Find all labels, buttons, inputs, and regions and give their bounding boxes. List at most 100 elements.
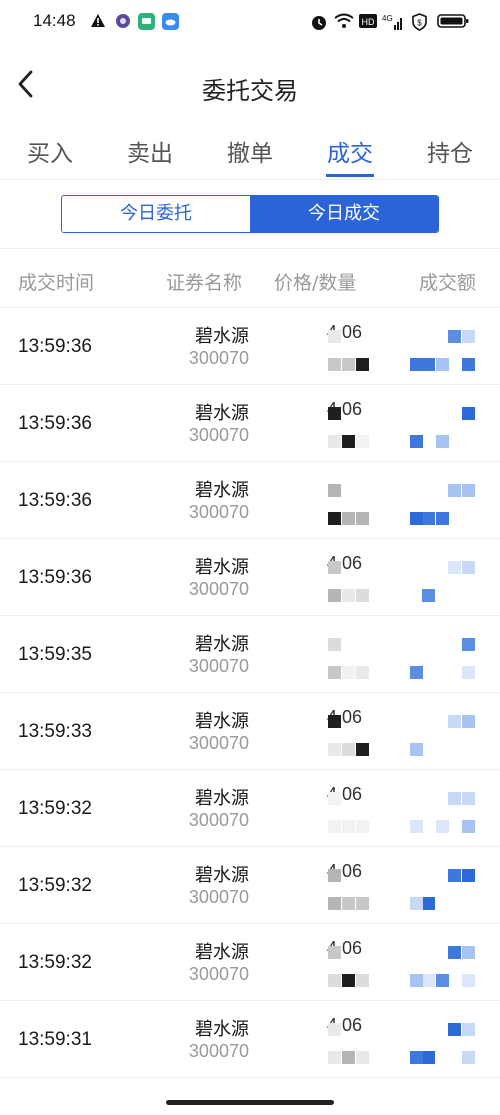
- redacted-amount-pixel: [422, 897, 435, 910]
- redacted-quantity-pixel: [328, 330, 341, 343]
- redacted-amount-pixel: [436, 358, 449, 371]
- table-row[interactable]: 13:59:35 碧水源 300070: [0, 616, 500, 693]
- segment-today-fills[interactable]: 今日成交: [250, 196, 438, 232]
- table-row[interactable]: 13:59:32 碧水源 300070 4.06: [0, 770, 500, 847]
- row-security-name: 碧水源: [195, 557, 249, 578]
- redacted-amount-pixel: [448, 561, 461, 574]
- redacted-quantity-pixel: [328, 792, 341, 805]
- redacted-amount-pixel: [436, 512, 449, 525]
- row-security-code: 300070: [188, 964, 249, 984]
- row-security-name: 碧水源: [195, 403, 249, 424]
- wifi-icon: [334, 13, 354, 28]
- row-time: 13:59:36: [18, 336, 92, 357]
- battery-icon: [437, 14, 469, 28]
- redacted-quantity-pixel: [356, 435, 369, 448]
- redacted-quantity-pixel: [342, 666, 355, 679]
- row-security-code: 300070: [188, 348, 249, 368]
- redacted-amount-pixel: [410, 897, 423, 910]
- redacted-amount-pixel: [462, 869, 475, 882]
- redacted-amount-pixel: [436, 820, 449, 833]
- svg-text:$: $: [417, 19, 422, 28]
- redacted-quantity-pixel: [342, 512, 355, 525]
- redacted-amount-pixel: [410, 974, 423, 987]
- redacted-quantity-pixel: [328, 946, 341, 959]
- tab-cancel-order[interactable]: 撤单: [215, 134, 285, 168]
- row-time: 13:59:36: [18, 567, 92, 588]
- table-row[interactable]: 13:59:36 碧水源 300070 4.06: [0, 385, 500, 462]
- redacted-quantity-pixel: [328, 1023, 341, 1036]
- header-security-name: 证券名称: [166, 272, 243, 294]
- redacted-amount-pixel: [462, 666, 475, 679]
- table-row[interactable]: 13:59:31 碧水源 300070 4.06: [0, 1001, 500, 1078]
- redacted-quantity-pixel: [342, 820, 355, 833]
- row-time: 13:59:32: [18, 952, 92, 973]
- redacted-amount-pixel: [410, 1051, 423, 1064]
- redacted-amount-pixel: [436, 974, 449, 987]
- status-bar: 14:48 HD 4G $: [0, 0, 500, 46]
- active-tab-indicator: [326, 174, 374, 177]
- redacted-quantity-pixel: [342, 435, 355, 448]
- redacted-amount-pixel: [410, 358, 423, 371]
- redacted-amount-pixel: [462, 358, 475, 371]
- redacted-quantity-pixel: [328, 484, 341, 497]
- redacted-amount-pixel: [462, 715, 475, 728]
- table-row[interactable]: 13:59:32 碧水源 300070 4.06: [0, 924, 500, 1001]
- row-time: 13:59:33: [18, 721, 92, 742]
- redacted-quantity-pixel: [328, 638, 341, 651]
- chat-icon: [138, 13, 155, 30]
- cloud-icon: [162, 13, 179, 30]
- svg-text:4G: 4G: [382, 14, 393, 23]
- table-header: 成交时间 证券名称 价格/数量 成交额: [0, 250, 500, 308]
- shield-icon: $: [412, 13, 427, 31]
- tab-bar: 买入 卖出 撤单 成交 持仓: [0, 128, 500, 180]
- redacted-amount-pixel: [448, 792, 461, 805]
- table-row[interactable]: 13:59:33 碧水源 300070 4.06: [0, 693, 500, 770]
- table-row[interactable]: 13:59:32 碧水源 300070 4.06: [0, 847, 500, 924]
- row-security-name: 碧水源: [195, 326, 249, 347]
- row-security-code: 300070: [188, 502, 249, 522]
- signal-4g-icon: 4G: [382, 14, 402, 30]
- tab-filled[interactable]: 成交: [315, 134, 385, 168]
- page-title: 委托交易: [202, 77, 298, 105]
- redacted-amount-pixel: [448, 946, 461, 959]
- section-divider: [0, 248, 500, 249]
- redacted-quantity-pixel: [342, 358, 355, 371]
- redacted-amount-pixel: [462, 946, 475, 959]
- redacted-quantity-pixel: [356, 666, 369, 679]
- segment-today-orders[interactable]: 今日委托: [62, 196, 250, 232]
- redacted-amount-pixel: [422, 974, 435, 987]
- redacted-quantity-pixel: [328, 974, 341, 987]
- redacted-quantity-pixel: [328, 666, 341, 679]
- row-time: 13:59:32: [18, 875, 92, 896]
- redacted-quantity-pixel: [328, 561, 341, 574]
- tab-positions[interactable]: 持仓: [415, 134, 485, 168]
- table-row[interactable]: 13:59:36 碧水源 300070 4.06: [0, 308, 500, 385]
- table-row[interactable]: 13:59:36 碧水源 300070: [0, 462, 500, 539]
- redacted-quantity-pixel: [328, 407, 341, 420]
- hd-icon: HD: [359, 14, 377, 28]
- redacted-quantity-pixel: [328, 743, 341, 756]
- redacted-amount-pixel: [436, 435, 449, 448]
- redacted-amount-pixel: [410, 820, 423, 833]
- redacted-amount-pixel: [410, 435, 423, 448]
- redacted-quantity-pixel: [342, 974, 355, 987]
- status-time: 14:48: [33, 11, 76, 30]
- redacted-amount-pixel: [422, 358, 435, 371]
- row-time: 13:59:31: [18, 1029, 92, 1050]
- row-security-code: 300070: [188, 656, 249, 676]
- home-indicator[interactable]: [166, 1100, 334, 1105]
- redacted-amount-pixel: [422, 512, 435, 525]
- redacted-amount-pixel: [448, 484, 461, 497]
- redacted-quantity-pixel: [328, 512, 341, 525]
- tab-buy[interactable]: 买入: [15, 134, 85, 168]
- redacted-amount-pixel: [462, 638, 475, 651]
- header-fill-time: 成交时间: [18, 272, 95, 294]
- row-security-name: 碧水源: [195, 1019, 249, 1040]
- tab-sell[interactable]: 卖出: [115, 134, 185, 168]
- table-row[interactable]: 13:59:36 碧水源 300070 4.06: [0, 539, 500, 616]
- redacted-amount-pixel: [462, 561, 475, 574]
- row-security-name: 碧水源: [195, 865, 249, 886]
- redacted-quantity-pixel: [342, 743, 355, 756]
- row-security-name: 碧水源: [195, 634, 249, 655]
- redacted-quantity-pixel: [356, 589, 369, 602]
